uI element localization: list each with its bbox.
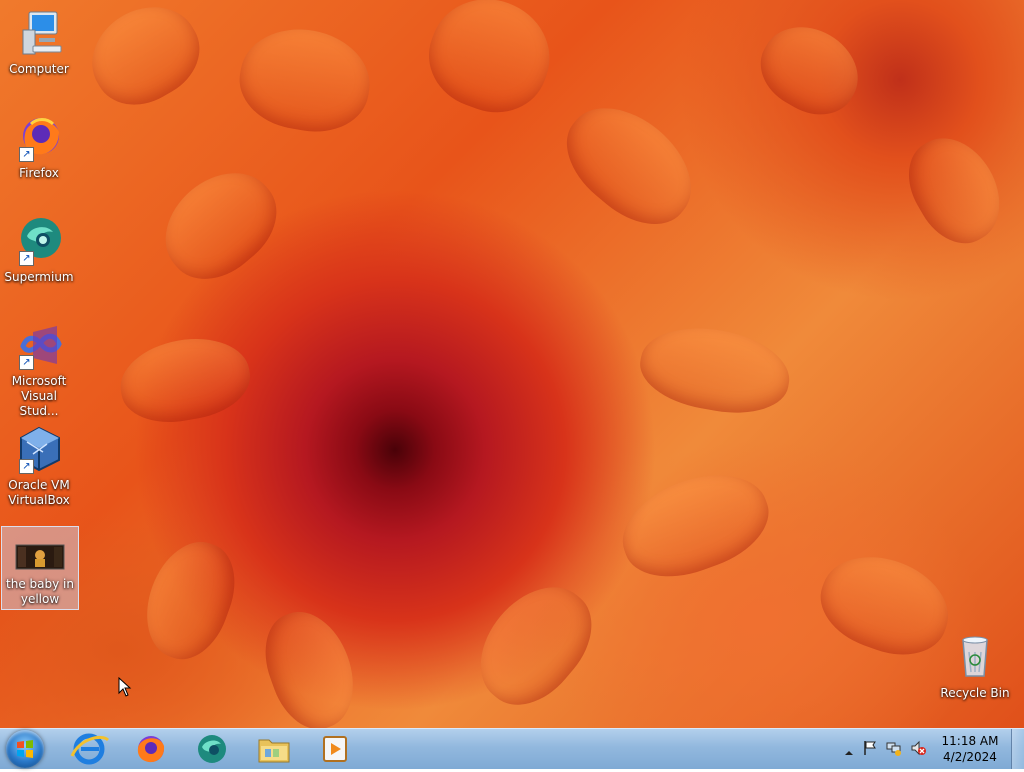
show-hidden-icons-icon[interactable] [844,743,854,762]
desktop-icon-label: Supermium [4,270,74,284]
shortcut-arrow-icon: ↗ [19,251,34,266]
internet-explorer-icon [70,733,110,765]
firefox-icon: ↗ [13,112,65,164]
taskbar-file-explorer[interactable] [247,732,301,766]
desktop-icon-label: Recycle Bin [940,686,1010,700]
supermium-icon [198,735,226,763]
desktop-icon-recycle-bin[interactable]: Recycle Bin [937,632,1013,701]
show-desktop-button[interactable] [1011,729,1024,769]
desktop-icon-computer[interactable]: Computer [1,8,77,77]
desktop-icon-virtualbox[interactable]: ↗ Oracle VM VirtualBox [1,424,77,508]
shortcut-arrow-icon: ↗ [19,147,34,162]
shortcut-arrow-icon: ↗ [19,355,34,370]
clock-time: 11:18 AM [941,734,999,748]
desktop-icon-firefox[interactable]: ↗ Firefox [1,112,77,181]
virtualbox-icon: ↗ [13,424,65,476]
desktop-icon-the-baby-in-yellow[interactable]: the baby in yellow [1,526,79,610]
desktop-icon-label: Oracle VM VirtualBox [8,478,70,507]
folder-icon [258,739,290,763]
taskbar-clock[interactable]: 11:18 AM 4/2/2024 [940,733,1000,765]
media-player-icon [323,736,347,762]
firefox-icon [137,736,165,763]
windows-start-icon [17,740,33,758]
desktop[interactable]: Computer ↗ Firefox ↗ Supermium ↗ Microso… [0,0,1024,728]
computer-icon [13,8,65,60]
shortcut-arrow-icon: ↗ [19,459,34,474]
taskbar-supermium[interactable] [185,732,239,766]
taskbar-firefox[interactable] [123,732,177,766]
recycle-bin-icon [949,632,1001,684]
start-button[interactable] [6,730,44,768]
volume-muted-icon[interactable] [910,740,926,760]
desktop-icon-label: Microsoft Visual Stud... [11,374,67,418]
video-file-icon [14,531,66,575]
desktop-icon-label: the baby in yellow [6,577,74,606]
visual-studio-icon: ↗ [13,320,65,372]
taskbar-media-player[interactable] [308,732,362,766]
network-icon[interactable] [886,740,902,760]
taskbar: 11:18 AM 4/2/2024 [0,728,1024,769]
action-center-flag-icon[interactable] [862,740,878,760]
desktop-icon-visual-studio[interactable]: ↗ Microsoft Visual Stud... [1,320,77,419]
mouse-cursor-icon [118,676,132,701]
desktop-icon-supermium[interactable]: ↗ Supermium [1,216,77,285]
supermium-icon: ↗ [13,216,65,268]
taskbar-internet-explorer[interactable] [62,732,116,766]
desktop-icon-label: Firefox [19,166,59,180]
clock-date: 4/2/2024 [943,750,997,764]
desktop-icon-label: Computer [9,62,69,76]
